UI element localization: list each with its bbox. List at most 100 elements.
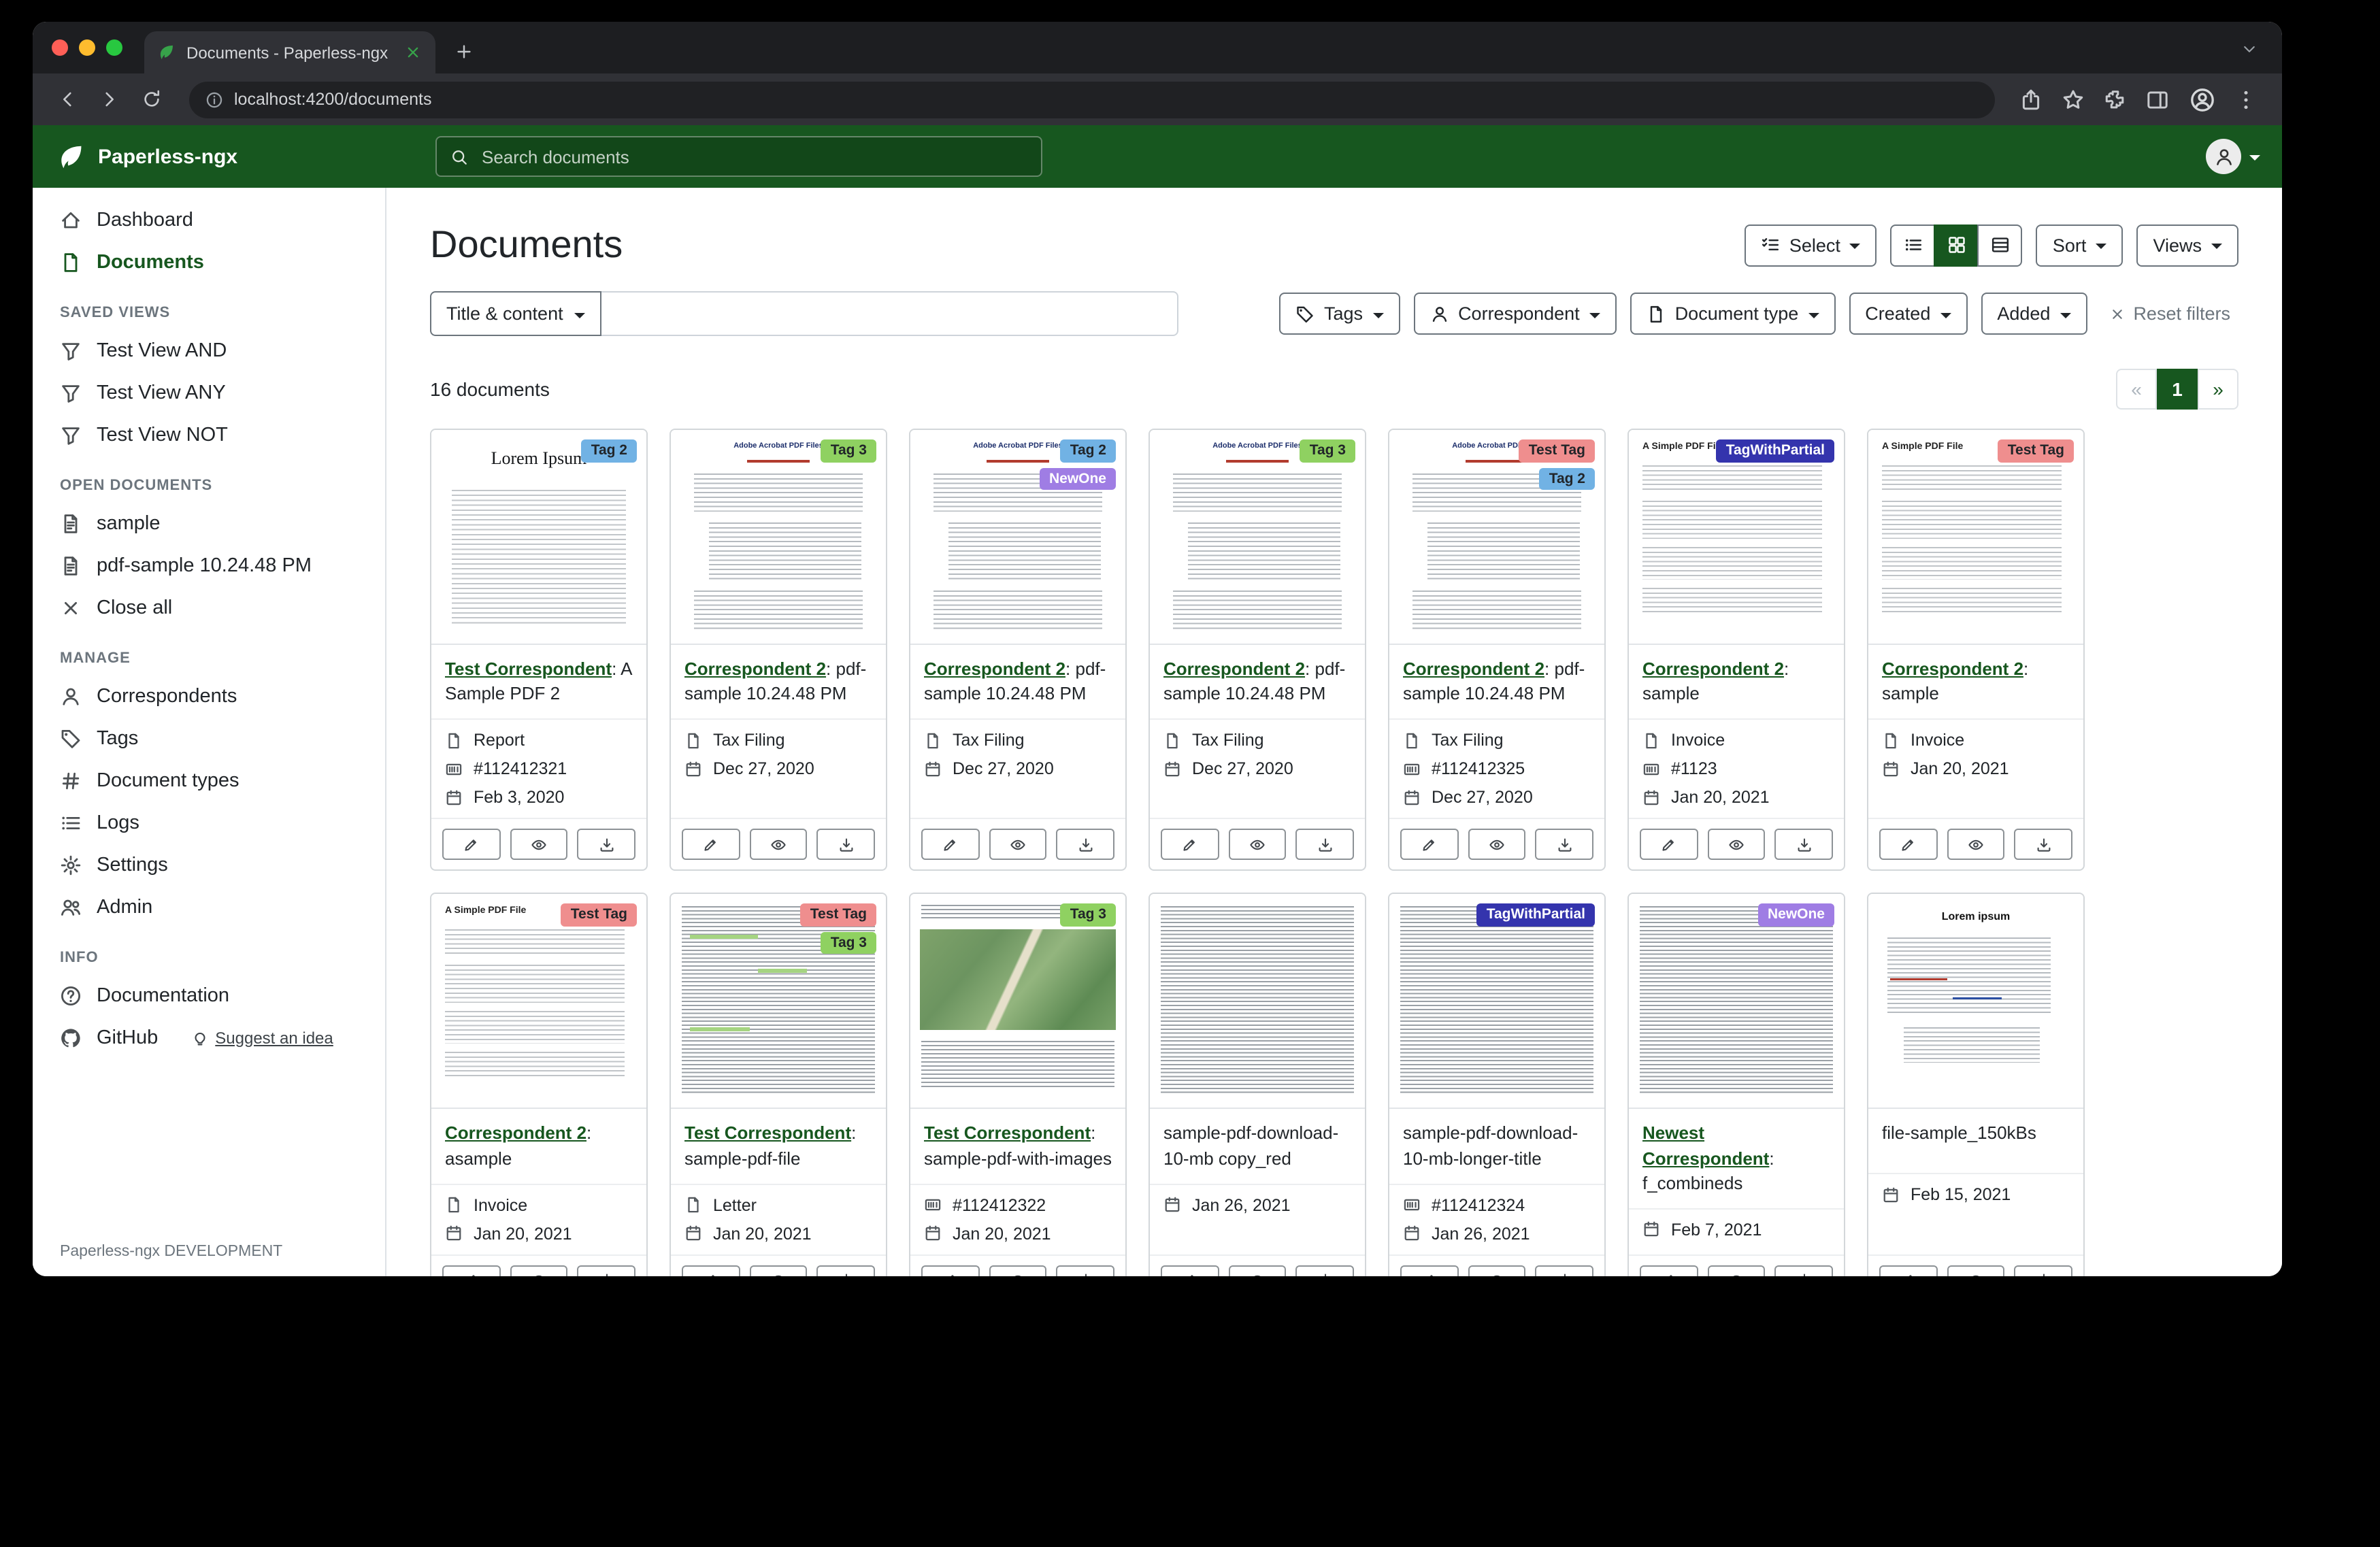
sidebar-item-documentation[interactable]: Documentation xyxy=(33,974,385,1016)
minimize-button[interactable] xyxy=(79,39,95,56)
document-card[interactable]: A Simple PDF File TagWithPartial Corresp… xyxy=(1627,429,1845,871)
correspondent-link[interactable]: Test Correspondent xyxy=(445,659,612,679)
download-button[interactable] xyxy=(1775,1265,1833,1277)
select-button[interactable]: Select xyxy=(1745,224,1877,266)
view-grid-button[interactable] xyxy=(1934,224,1979,266)
view-button[interactable] xyxy=(1468,829,1525,861)
sidebar-item-settings[interactable]: Settings xyxy=(33,844,385,886)
sidebar-item-pdf-sample-10-24-48-pm[interactable]: pdf-sample 10.24.48 PM xyxy=(33,544,385,586)
views-button[interactable]: Views xyxy=(2136,224,2238,266)
download-button[interactable] xyxy=(817,829,875,861)
view-button[interactable] xyxy=(749,829,807,861)
document-preview[interactable]: Adobe Acrobat PDF Files Tag 3 xyxy=(1150,430,1365,645)
download-button[interactable] xyxy=(578,1265,635,1277)
document-preview[interactable]: Lorem Ipsum Tag 2 xyxy=(431,430,646,645)
tag-badge[interactable]: Tag 2 xyxy=(1540,467,1595,490)
correspondent-link[interactable]: Test Correspondent xyxy=(924,1123,1091,1144)
view-button[interactable] xyxy=(1707,829,1765,861)
global-search[interactable] xyxy=(435,136,1042,177)
forward-button[interactable] xyxy=(91,81,128,118)
document-card[interactable]: Lorem ipsum file-sample_150kBs Feb 15, 2… xyxy=(1867,893,2085,1276)
bookmark-star-icon[interactable] xyxy=(2062,88,2085,111)
view-button[interactable] xyxy=(989,829,1046,861)
reset-filters-button[interactable]: Reset filters xyxy=(2100,302,2238,325)
document-preview[interactable]: NewOne xyxy=(1629,895,1844,1110)
view-button[interactable] xyxy=(510,1265,567,1277)
pagination-prev-button[interactable]: « xyxy=(2116,369,2157,410)
tag-badge[interactable]: Tag 3 xyxy=(821,439,876,462)
edit-button[interactable] xyxy=(921,829,979,861)
edit-button[interactable] xyxy=(442,1265,500,1277)
document-preview[interactable]: Adobe Acrobat PDF Files Tag 3 xyxy=(671,430,886,645)
edit-button[interactable] xyxy=(1640,829,1698,861)
edit-button[interactable] xyxy=(442,829,500,861)
download-button[interactable] xyxy=(1775,829,1833,861)
tag-badge[interactable]: NewOne xyxy=(1040,467,1116,490)
sidebar-item-test-view-and[interactable]: Test View AND xyxy=(33,329,385,371)
tag-badge[interactable]: Tag 2 xyxy=(1061,439,1116,462)
sidebar-item-test-view-not[interactable]: Test View NOT xyxy=(33,414,385,456)
document-preview[interactable]: Lorem ipsum xyxy=(1868,895,2083,1110)
edit-button[interactable] xyxy=(1400,829,1458,861)
document-type-filter-button[interactable]: Document type xyxy=(1630,293,1836,335)
tag-badge[interactable]: Test Tag xyxy=(561,904,637,927)
sidebar-item-close-all[interactable]: Close all xyxy=(33,586,385,629)
view-button[interactable] xyxy=(510,829,567,861)
view-button[interactable] xyxy=(1468,1265,1525,1277)
sidebar-item-correspondents[interactable]: Correspondents xyxy=(33,675,385,717)
download-button[interactable] xyxy=(2015,829,2072,861)
browser-menu-icon[interactable] xyxy=(2234,88,2258,111)
correspondent-filter-button[interactable]: Correspondent xyxy=(1413,293,1617,335)
correspondent-link[interactable]: Correspondent 2 xyxy=(1403,659,1544,679)
edit-button[interactable] xyxy=(1879,1265,1937,1277)
document-preview[interactable]: Test TagTag 3 xyxy=(671,895,886,1110)
tag-badge[interactable]: Tag 3 xyxy=(1300,439,1355,462)
correspondent-link[interactable]: Correspondent 2 xyxy=(445,1123,586,1144)
download-button[interactable] xyxy=(1296,829,1354,861)
zoom-button[interactable] xyxy=(106,39,122,56)
document-preview[interactable]: A Simple PDF File TagWithPartial xyxy=(1629,430,1844,645)
download-button[interactable] xyxy=(1057,1265,1114,1277)
edit-button[interactable] xyxy=(682,1265,740,1277)
tag-badge[interactable]: NewOne xyxy=(1758,904,1834,927)
filter-field-select[interactable]: Title & content xyxy=(430,291,601,336)
tag-badge[interactable]: TagWithPartial xyxy=(1717,439,1834,462)
correspondent-link[interactable]: Correspondent 2 xyxy=(1642,659,1784,679)
download-button[interactable] xyxy=(1296,1265,1354,1277)
view-button[interactable] xyxy=(1707,1265,1765,1277)
download-button[interactable] xyxy=(578,829,635,861)
site-info-icon[interactable] xyxy=(205,90,223,108)
download-button[interactable] xyxy=(817,1265,875,1277)
address-bar[interactable]: localhost:4200/documents xyxy=(189,81,1995,118)
close-button[interactable] xyxy=(52,39,68,56)
view-button[interactable] xyxy=(1228,1265,1286,1277)
document-preview[interactable]: Adobe Acrobat PDF Files Test TagTag 2 xyxy=(1389,430,1604,645)
document-card[interactable]: A Simple PDF File Test Tag Correspondent… xyxy=(1867,429,2085,871)
correspondent-link[interactable]: Newest Correspondent xyxy=(1642,1123,1769,1168)
document-card[interactable]: TagWithPartial sample-pdf-download-10-mb… xyxy=(1388,893,1606,1276)
sidebar-link-suggest-an-idea[interactable]: Suggest an idea xyxy=(192,1028,333,1047)
sidebar-item-dashboard[interactable]: Dashboard xyxy=(33,199,385,241)
extensions-icon[interactable] xyxy=(2104,88,2127,111)
sidebar-item-github[interactable]: GitHubSuggest an idea xyxy=(33,1016,385,1059)
added-filter-button[interactable]: Added xyxy=(1981,293,2087,335)
back-button[interactable] xyxy=(49,81,86,118)
document-card[interactable]: Adobe Acrobat PDF Files Test TagTag 2 Co… xyxy=(1388,429,1606,871)
sidebar-item-sample[interactable]: sample xyxy=(33,502,385,544)
user-menu[interactable] xyxy=(2206,139,2282,174)
sidebar-item-documents[interactable]: Documents xyxy=(33,241,385,283)
edit-button[interactable] xyxy=(1879,829,1937,861)
view-table-button[interactable] xyxy=(1978,224,2023,266)
document-card[interactable]: Lorem Ipsum Tag 2 Test Correspondent: A … xyxy=(430,429,648,871)
view-button[interactable] xyxy=(1228,829,1286,861)
edit-button[interactable] xyxy=(1161,1265,1219,1277)
tag-badge[interactable]: Tag 2 xyxy=(582,439,637,462)
document-card[interactable]: NewOne Newest Correspondent: f_combineds… xyxy=(1627,893,1845,1276)
edit-button[interactable] xyxy=(682,829,740,861)
sidebar-item-document-types[interactable]: Document types xyxy=(33,759,385,801)
user-avatar[interactable] xyxy=(2206,139,2241,174)
tag-badge[interactable]: Test Tag xyxy=(1519,439,1595,462)
correspondent-link[interactable]: Correspondent 2 xyxy=(1882,659,2023,679)
tag-badge[interactable]: Test Tag xyxy=(801,904,876,927)
document-card[interactable]: Adobe Acrobat PDF Files Tag 3 Correspond… xyxy=(1148,429,1366,871)
